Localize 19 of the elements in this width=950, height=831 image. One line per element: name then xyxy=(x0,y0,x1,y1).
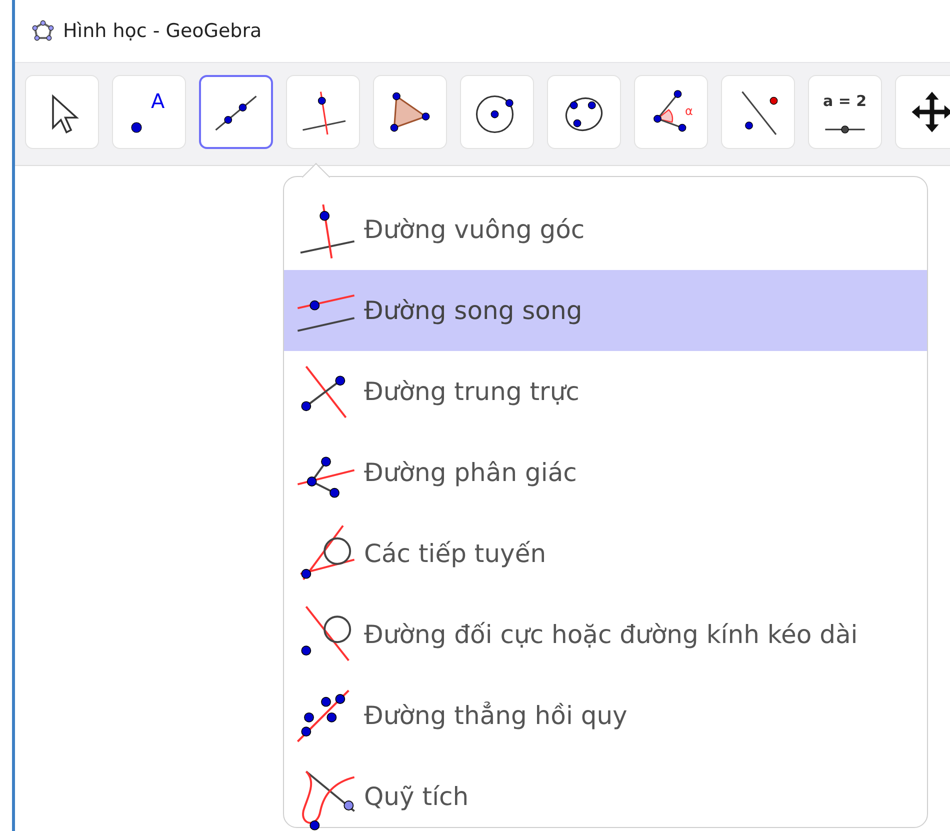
menu-item[interactable]: Đường vuông góc xyxy=(284,189,927,270)
tool-button[interactable]: α xyxy=(634,75,708,149)
menu-item[interactable]: Đường phân giác xyxy=(284,432,927,513)
point-tool-icon xyxy=(130,122,142,132)
slider-value: a = 2 xyxy=(823,91,867,112)
app-logo-icon xyxy=(31,19,55,43)
tool-button[interactable]: A xyxy=(112,75,186,149)
slider-tool-icon xyxy=(823,124,867,134)
menu-item[interactable]: Các tiếp tuyến xyxy=(284,513,927,594)
menu-item[interactable]: Đường song song xyxy=(284,270,927,351)
menu-item[interactable]: Đường trung trực xyxy=(284,351,927,432)
menu-item[interactable]: Quỹ tích xyxy=(284,756,927,831)
tool-button[interactable] xyxy=(199,75,273,149)
window-title: Hình học - GeoGebra xyxy=(63,18,262,44)
point-label: A xyxy=(151,88,165,115)
menu-item[interactable]: Đường thẳng hồi quy xyxy=(284,675,927,756)
menu-item[interactable]: Đường đối cực hoặc đường kính kéo dài xyxy=(284,594,927,675)
angle-label: α xyxy=(685,103,693,120)
tool-button[interactable]: a = 2 xyxy=(808,75,882,149)
